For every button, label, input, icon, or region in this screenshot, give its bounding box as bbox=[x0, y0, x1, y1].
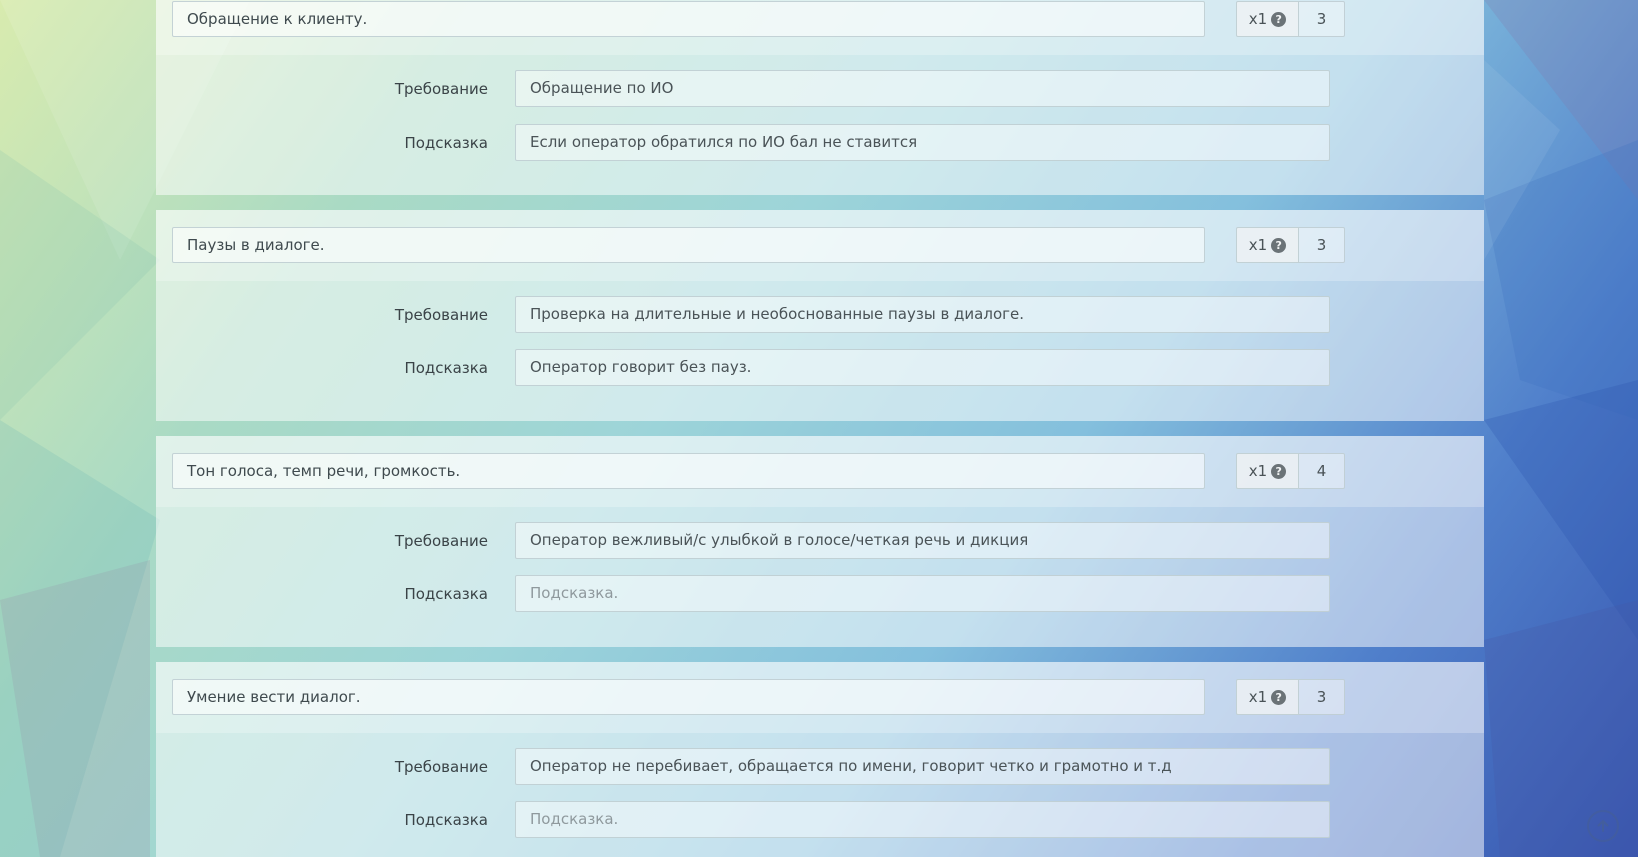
hint-label: Подсказка bbox=[404, 585, 488, 603]
score-input[interactable]: 3 bbox=[1299, 679, 1345, 715]
hint-row: Подсказка Подсказка. bbox=[156, 575, 1484, 613]
question-circle-icon[interactable]: ? bbox=[1271, 11, 1287, 27]
requirement-label: Требование bbox=[394, 80, 488, 98]
criterion-header: Паузы в диалоге. x1 ? 3 bbox=[156, 210, 1484, 281]
hint-input[interactable]: Подсказка. bbox=[515, 575, 1330, 612]
criterion-title-input[interactable]: Тон голоса, темп речи, громкость. bbox=[172, 453, 1205, 489]
requirement-row: Требование Оператор не перебивает, обращ… bbox=[156, 748, 1484, 786]
criterion-body: Требование Оператор не перебивает, обращ… bbox=[156, 733, 1484, 857]
requirement-input[interactable]: Оператор вежливый/с улыбкой в голосе/чет… bbox=[515, 522, 1330, 559]
question-circle-icon[interactable]: ? bbox=[1271, 689, 1287, 705]
hint-row: Подсказка Подсказка. bbox=[156, 801, 1484, 839]
criterion-body: Требование Оператор вежливый/с улыбкой в… bbox=[156, 507, 1484, 647]
weight-group: x1 ? 3 bbox=[1236, 679, 1345, 715]
hint-input[interactable]: Подсказка. bbox=[515, 801, 1330, 838]
weight-label: x1 bbox=[1248, 236, 1268, 254]
weight-label: x1 bbox=[1248, 462, 1268, 480]
criterion-header: Умение вести диалог. x1 ? 3 bbox=[156, 662, 1484, 733]
criterion-card: Обращение к клиенту. x1 ? 3 Требование О… bbox=[156, 0, 1484, 195]
requirement-label: Требование bbox=[394, 758, 488, 776]
weight-group: x1 ? 4 bbox=[1236, 453, 1345, 489]
requirement-input[interactable]: Обращение по ИО bbox=[515, 70, 1330, 107]
scroll-to-top-button[interactable] bbox=[1587, 810, 1619, 842]
requirement-label: Требование bbox=[394, 532, 488, 550]
hint-label: Подсказка bbox=[404, 134, 488, 152]
criterion-header: Тон голоса, темп речи, громкость. x1 ? 4 bbox=[156, 436, 1484, 507]
requirement-row: Требование Обращение по ИО bbox=[156, 70, 1484, 108]
requirement-input[interactable]: Проверка на длительные и необоснованные … bbox=[515, 296, 1330, 333]
weight-multiplier[interactable]: x1 ? bbox=[1236, 227, 1299, 263]
requirement-label: Требование bbox=[394, 306, 488, 324]
weight-group: x1 ? 3 bbox=[1236, 1, 1345, 37]
hint-label: Подсказка bbox=[404, 359, 488, 377]
requirement-input[interactable]: Оператор не перебивает, обращается по им… bbox=[515, 748, 1330, 785]
weight-multiplier[interactable]: x1 ? bbox=[1236, 453, 1299, 489]
criterion-title-input[interactable]: Обращение к клиенту. bbox=[172, 1, 1205, 37]
question-circle-icon[interactable]: ? bbox=[1271, 237, 1287, 253]
weight-multiplier[interactable]: x1 ? bbox=[1236, 679, 1299, 715]
criterion-card: Умение вести диалог. x1 ? 3 Требование О… bbox=[156, 662, 1484, 857]
criterion-body: Требование Обращение по ИО Подсказка Есл… bbox=[156, 55, 1484, 195]
weight-group: x1 ? 3 bbox=[1236, 227, 1345, 263]
hint-label: Подсказка bbox=[404, 811, 488, 829]
hint-row: Подсказка Оператор говорит без пауз. bbox=[156, 349, 1484, 387]
hint-row: Подсказка Если оператор обратился по ИО … bbox=[156, 124, 1484, 162]
requirement-row: Требование Оператор вежливый/с улыбкой в… bbox=[156, 522, 1484, 560]
criterion-body: Требование Проверка на длительные и необ… bbox=[156, 281, 1484, 421]
requirement-row: Требование Проверка на длительные и необ… bbox=[156, 296, 1484, 334]
criterion-title-input[interactable]: Умение вести диалог. bbox=[172, 679, 1205, 715]
hint-input[interactable]: Если оператор обратился по ИО бал не ста… bbox=[515, 124, 1330, 161]
weight-multiplier[interactable]: x1 ? bbox=[1236, 1, 1299, 37]
weight-label: x1 bbox=[1248, 10, 1268, 28]
criterion-card: Тон голоса, темп речи, громкость. x1 ? 4… bbox=[156, 436, 1484, 647]
arrow-up-icon bbox=[1597, 819, 1609, 832]
criterion-header: Обращение к клиенту. x1 ? 3 bbox=[156, 0, 1484, 55]
weight-label: x1 bbox=[1248, 688, 1268, 706]
score-input[interactable]: 4 bbox=[1299, 453, 1345, 489]
score-input[interactable]: 3 bbox=[1299, 227, 1345, 263]
criterion-title-input[interactable]: Паузы в диалоге. bbox=[172, 227, 1205, 263]
score-input[interactable]: 3 bbox=[1299, 1, 1345, 37]
question-circle-icon[interactable]: ? bbox=[1271, 463, 1287, 479]
hint-input[interactable]: Оператор говорит без пауз. bbox=[515, 349, 1330, 386]
criterion-card: Паузы в диалоге. x1 ? 3 Требование Прове… bbox=[156, 210, 1484, 421]
